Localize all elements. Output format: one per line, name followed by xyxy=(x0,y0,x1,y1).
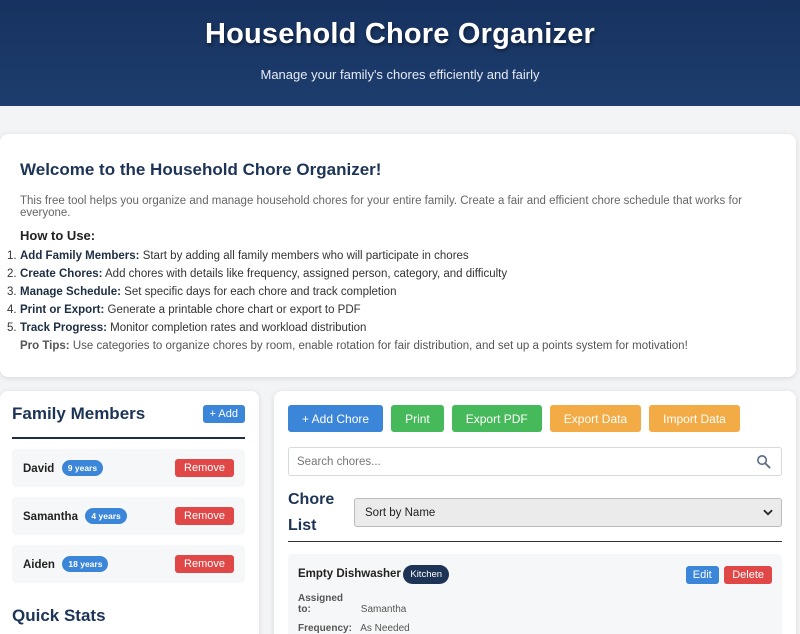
import-data-button[interactable]: Import Data xyxy=(649,405,740,432)
add-member-button[interactable]: + Add xyxy=(202,405,245,423)
age-badge: 4 years xyxy=(85,508,127,524)
age-badge: 18 years xyxy=(62,556,109,572)
welcome-title: Welcome to the Household Chore Organizer… xyxy=(20,160,382,179)
edit-chore-button[interactable]: Edit xyxy=(685,565,719,584)
category-badge: Kitchen xyxy=(403,565,450,584)
how-to-step: 1. Add Family Members: Start by adding al… xyxy=(7,250,469,262)
welcome-intro: This free tool helps you organize and ma… xyxy=(20,195,742,219)
sort-selected-value: Sort by Name xyxy=(365,506,436,519)
how-to-step: 5. Track Progress: Monitor completion rat… xyxy=(7,322,367,334)
member-name: Samantha xyxy=(23,511,78,523)
how-to-step: 4. Print or Export: Generate a printable … xyxy=(7,304,361,316)
page-subtitle: Manage your family's chores efficiently … xyxy=(260,67,540,82)
sort-select[interactable]: Sort by Name xyxy=(354,498,782,527)
search-input[interactable] xyxy=(289,448,781,475)
chore-toolbar: + Add Chore Print Export PDF Export Data… xyxy=(288,405,782,432)
chore-list-header: Chore List Sort by Name xyxy=(288,484,782,542)
remove-member-button[interactable]: Remove xyxy=(175,555,234,573)
how-to-steps: 1. Add Family Members: Start by adding al… xyxy=(0,247,776,355)
chevron-down-icon xyxy=(763,509,773,516)
page-title: Household Chore Organizer xyxy=(204,18,596,50)
quick-stats-title: Quick Stats xyxy=(12,606,106,625)
age-badge: 9 years xyxy=(61,460,104,476)
print-button[interactable]: Print xyxy=(391,405,444,432)
chore-title: Empty Dishwasher xyxy=(298,568,401,580)
member-row: Aiden 18 years Remove xyxy=(12,545,245,583)
search-icon[interactable] xyxy=(756,454,771,469)
member-name: David xyxy=(23,463,55,475)
export-pdf-button[interactable]: Export PDF xyxy=(451,405,542,432)
search-box xyxy=(288,447,782,476)
how-to-step: 3. Manage Schedule: Set specific days for… xyxy=(7,286,397,298)
chore-frequency: Frequency: As Needed xyxy=(298,623,410,634)
delete-chore-button[interactable]: Delete xyxy=(724,565,772,584)
family-title: Family Members xyxy=(12,404,146,423)
how-to-step: 2. Create Chores: Add chores with details… xyxy=(7,268,508,280)
pro-tips: Pro Tips: Use categories to organize cho… xyxy=(20,340,688,352)
chore-card: Empty Dishwasher Kitchen Edit Delete Ass… xyxy=(288,554,782,634)
app-header: Household Chore Organizer Manage your fa… xyxy=(0,0,800,106)
member-name: Aiden xyxy=(23,559,55,571)
family-panel: Family Members + Add David 9 years Remov… xyxy=(0,391,259,634)
add-chore-button[interactable]: + Add Chore xyxy=(288,405,384,432)
remove-member-button[interactable]: Remove xyxy=(175,459,234,477)
chores-panel: + Add Chore Print Export PDF Export Data… xyxy=(274,391,796,634)
member-row: Samantha 4 years Remove xyxy=(12,497,245,535)
member-row: David 9 years Remove xyxy=(12,449,245,487)
chore-list-title: Chore List xyxy=(288,490,335,534)
chore-assigned: Assigned to: Samantha xyxy=(298,593,407,615)
remove-member-button[interactable]: Remove xyxy=(175,507,234,525)
how-to-title: How to Use: xyxy=(20,228,96,243)
welcome-panel: Welcome to the Household Chore Organizer… xyxy=(0,134,796,377)
family-header: Family Members + Add xyxy=(12,391,245,439)
export-data-button[interactable]: Export Data xyxy=(549,405,642,432)
